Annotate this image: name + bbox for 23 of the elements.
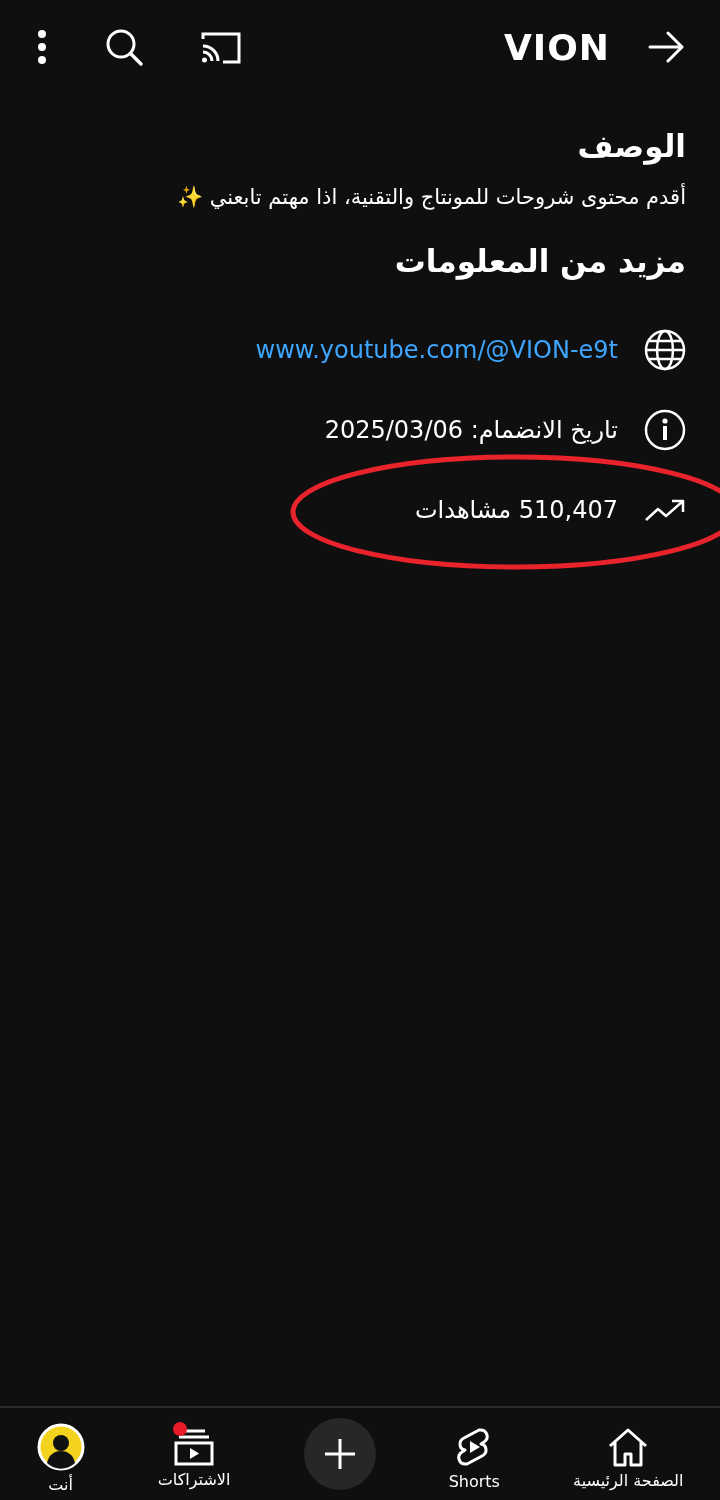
nav-tab[interactable]: الاشتراكات	[157, 1419, 231, 1489]
subscriptions-icon	[173, 1427, 216, 1466]
globe-icon	[644, 329, 686, 372]
nav-tab[interactable]: Shorts	[448, 1417, 500, 1491]
nav-tab[interactable]: الصفحة الرئيسية	[573, 1418, 684, 1490]
info-icon	[644, 409, 686, 452]
trending-icon	[644, 498, 686, 523]
search-icon[interactable]	[104, 27, 144, 67]
more-icon[interactable]	[36, 29, 48, 65]
channel-title: VION	[504, 26, 610, 68]
nav-tab[interactable]: أنت	[36, 1414, 85, 1494]
notification-dot	[173, 1421, 188, 1436]
cast-icon[interactable]	[200, 30, 242, 64]
join-date: تاريخ الانضمام: 2025/03/06	[324, 416, 618, 445]
section-heading: الوصف	[576, 128, 686, 166]
plus-icon	[322, 1437, 357, 1471]
channel-description: أقدم محتوى شروحات للمونتاج والتقنية، اذا مهتم تابعني ✨	[175, 185, 686, 210]
view-count: 510,407 مشاهدات	[415, 496, 618, 525]
forward-arrow-icon[interactable]	[648, 31, 686, 63]
home-icon	[607, 1426, 650, 1467]
channel-link[interactable]: www.youtube.com/@VION-e9t	[255, 336, 618, 365]
section-heading: مزيد من المعلومات	[393, 243, 686, 281]
avatar-icon	[36, 1422, 85, 1471]
